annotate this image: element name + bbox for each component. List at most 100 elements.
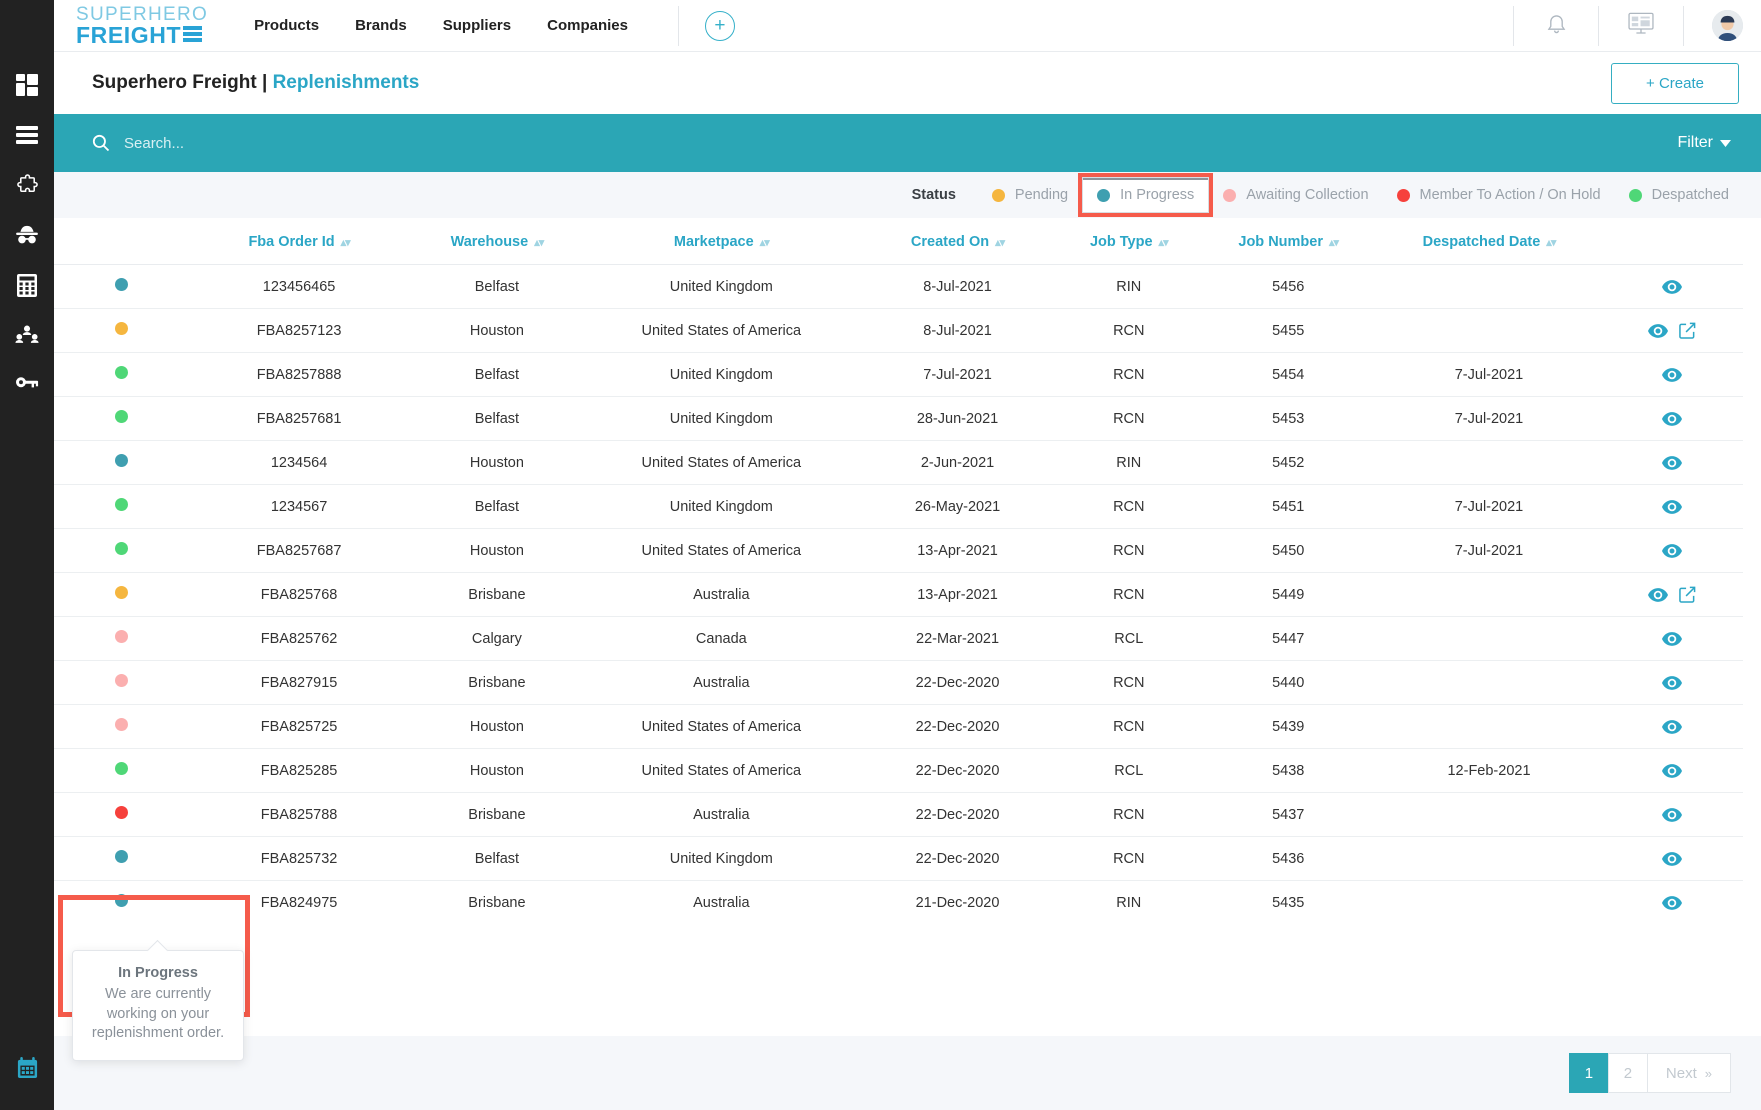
sidebar-item-integrations[interactable] (0, 160, 54, 210)
column-created-on[interactable]: Created On ▴▾ (857, 218, 1058, 265)
status-dot[interactable] (115, 586, 129, 599)
eye-icon[interactable] (1648, 323, 1669, 338)
eye-icon[interactable] (1662, 499, 1683, 514)
column-label-despatched: Despatched Date (1422, 234, 1541, 250)
status-dot[interactable] (115, 630, 129, 643)
table-row[interactable]: 1234564 Houston United States of America 2-… (54, 440, 1743, 485)
column-job-number[interactable]: Job Number ▴▾ (1199, 218, 1377, 265)
eye-icon[interactable] (1662, 367, 1683, 382)
row-actions (1601, 807, 1743, 822)
sidebar-item-users[interactable] (0, 310, 54, 360)
status-legend: Status Pending In Progress Awaiting Coll… (912, 173, 1743, 217)
legend-item-member-to-action[interactable]: Member To Action / On Hold (1383, 178, 1615, 212)
eye-icon[interactable] (1662, 807, 1683, 822)
cell-job-type: RCN (1057, 352, 1200, 397)
table-row[interactable]: FBA825285 Houston United States of America… (54, 748, 1743, 793)
dashboard-preview-button[interactable] (1613, 0, 1669, 52)
pagination-page-2[interactable]: 2 (1607, 1053, 1648, 1093)
eye-icon[interactable] (1662, 851, 1683, 866)
sort-icon-marketplace[interactable]: ▴▾ (760, 237, 770, 249)
create-button[interactable]: + Create (1611, 62, 1739, 104)
table-row[interactable]: FBA825788 Brisbane Australia 22-Dec-2020 RCN… (54, 792, 1743, 837)
status-dot[interactable] (115, 762, 129, 775)
sort-icon-jobtype[interactable]: ▴▾ (1159, 237, 1169, 249)
status-dot[interactable] (115, 894, 129, 907)
table-row[interactable]: FBA825768 Brisbane Australia 13-Apr-2021 RCN… (54, 572, 1743, 617)
sidebar-item-calendar[interactable] (0, 1042, 54, 1092)
eye-icon[interactable] (1662, 455, 1683, 470)
column-warehouse[interactable]: Warehouse ▴▾ (408, 218, 586, 265)
status-dot[interactable] (115, 454, 129, 467)
sidebar-item-incognito[interactable] (0, 210, 54, 260)
status-dot[interactable] (115, 498, 129, 511)
legend-item-despatched[interactable]: Despatched (1615, 178, 1743, 212)
nav-link-suppliers[interactable]: Suppliers (443, 17, 511, 34)
eye-icon[interactable] (1662, 411, 1683, 426)
column-fba-order-id[interactable]: Fba Order Id ▴▾ (189, 218, 409, 265)
pagination-page-1[interactable]: 1 (1568, 1053, 1609, 1093)
table-row[interactable]: FBA8257687 Houston United States of Americ… (54, 528, 1743, 573)
cell-job-type: RCN (1057, 704, 1200, 749)
eye-icon[interactable] (1662, 279, 1683, 294)
eye-icon[interactable] (1662, 631, 1683, 646)
table-row[interactable]: FBA825725 Houston United States of America… (54, 704, 1743, 749)
nav-link-companies[interactable]: Companies (547, 17, 628, 34)
nav-link-brands[interactable]: Brands (355, 17, 407, 34)
filter-button[interactable]: Filter (1677, 134, 1731, 152)
column-despatched-date[interactable]: Despatched Date ▴▾ (1376, 218, 1602, 265)
table-row[interactable]: FBA827915 Brisbane Australia 22-Dec-2020 RCN… (54, 660, 1743, 705)
column-job-type[interactable]: Job Type ▴▾ (1057, 218, 1200, 265)
edit-icon[interactable] (1679, 586, 1696, 603)
edit-icon[interactable] (1679, 322, 1696, 339)
table-row[interactable]: FBA825762 Calgary Canada 22-Mar-2021 RCL 5447 (54, 616, 1743, 661)
nav-link-products[interactable]: Products (254, 17, 319, 34)
sort-icon-jobnumber[interactable]: ▴▾ (1329, 237, 1339, 249)
cell-fba-order-id: 123456465 (189, 264, 409, 309)
sidebar-item-list[interactable] (0, 110, 54, 160)
sort-icon-fba[interactable]: ▴▾ (341, 237, 351, 249)
eye-icon[interactable] (1662, 675, 1683, 690)
table-row[interactable]: FBA824975 Brisbane Australia 21-Dec-2020 RIN… (54, 881, 1743, 925)
status-dot[interactable] (115, 410, 129, 423)
sort-icon-created[interactable]: ▴▾ (995, 237, 1005, 249)
nav-divider (677, 5, 679, 46)
legend-item-pending[interactable]: Pending (978, 178, 1082, 212)
table-row[interactable]: FBA8257888 Belfast United Kingdom 7-Jul-202… (54, 352, 1743, 397)
status-dot[interactable] (115, 674, 129, 687)
status-dot[interactable] (115, 542, 129, 555)
status-dot[interactable] (115, 718, 129, 731)
table-row[interactable]: FBA8257681 Belfast United Kingdom 28-Jun-20… (54, 396, 1743, 441)
status-dot[interactable] (115, 850, 129, 863)
cell-despatched-date: 12-Feb-2021 (1376, 748, 1602, 793)
cell-marketplace: United States of America (585, 440, 858, 485)
sidebar-item-calculator[interactable] (0, 260, 54, 310)
sort-icon-warehouse[interactable]: ▴▾ (534, 237, 544, 249)
status-dot[interactable] (115, 366, 129, 379)
status-dot[interactable] (115, 278, 129, 291)
eye-icon[interactable] (1662, 763, 1683, 778)
legend-item-in-progress[interactable]: In Progress (1078, 173, 1214, 217)
pagination-next-button[interactable]: Next » (1646, 1053, 1731, 1093)
search-input[interactable] (124, 134, 1678, 152)
table-row[interactable]: FBA8257123 Houston United States of Americ… (54, 308, 1743, 353)
add-button[interactable]: + (704, 10, 735, 41)
eye-icon[interactable] (1648, 587, 1669, 602)
table-row[interactable]: 1234567 Belfast United Kingdom 26-May-2021 R… (54, 484, 1743, 529)
column-marketplace[interactable]: Marketpace ▴▾ (585, 218, 858, 265)
table-row[interactable]: FBA825732 Belfast United Kingdom 22-Dec-202… (54, 836, 1743, 881)
eye-icon[interactable] (1662, 719, 1683, 734)
pagination-bar: 1 2 Next » (54, 1036, 1761, 1110)
avatar[interactable] (1712, 10, 1743, 41)
app-logo[interactable]: SUPERHERO FREIGHT (76, 5, 208, 47)
table-row[interactable]: 123456465 Belfast United Kingdom 8-Jul-2021… (54, 264, 1743, 309)
cell-created-on: 22-Dec-2020 (857, 792, 1058, 837)
sort-icon-despatched[interactable]: ▴▾ (1546, 237, 1556, 249)
sidebar-item-dashboard[interactable] (0, 60, 54, 110)
legend-item-awaiting-collection[interactable]: Awaiting Collection (1209, 178, 1382, 212)
status-dot[interactable] (115, 806, 129, 819)
notifications-button[interactable] (1528, 0, 1584, 52)
status-dot[interactable] (115, 322, 129, 335)
sidebar-item-keys[interactable] (0, 360, 54, 410)
eye-icon[interactable] (1662, 895, 1683, 910)
eye-icon[interactable] (1662, 543, 1683, 558)
